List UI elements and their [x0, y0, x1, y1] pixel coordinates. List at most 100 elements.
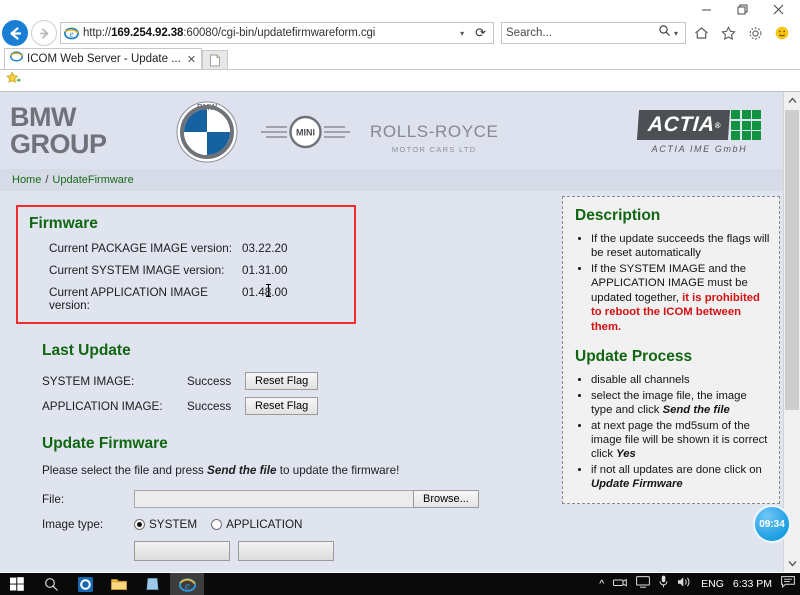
mini-logo: MINI	[259, 114, 352, 155]
firmware-label: Current SYSTEM IMAGE version:	[49, 264, 225, 277]
image-type-row: Image type: SYSTEM APPLICATION	[42, 518, 548, 531]
file-path-input[interactable]	[134, 490, 414, 508]
bmw-group-line1: BMW	[10, 101, 76, 132]
favorites-star-icon[interactable]	[716, 20, 740, 46]
breadcrumb-separator: /	[45, 174, 49, 186]
image-type-label: Image type:	[42, 518, 104, 531]
scroll-down-arrow-icon[interactable]	[784, 555, 800, 572]
feedback-smiley-icon[interactable]	[770, 20, 794, 46]
send-the-file-button[interactable]	[134, 541, 230, 561]
firmware-row: Current PACKAGE IMAGE version: 03.22.20	[49, 242, 354, 255]
restore-button[interactable]	[724, 0, 760, 18]
store-icon[interactable]	[136, 573, 170, 595]
breadcrumb-home-link[interactable]: Home	[12, 174, 41, 186]
web-page: BMW GROUP BMW MINI ROLLS-ROYCE MOTOR CAR…	[0, 92, 783, 572]
bmw-group-wordmark: BMW GROUP	[10, 101, 107, 159]
breadcrumb-current-link[interactable]: UpdateFirmware	[52, 174, 133, 186]
search-box[interactable]: Search... ▾	[501, 22, 686, 44]
navigation-toolbar: e http://169.254.92.38:60080/cgi-bin/upd…	[0, 18, 800, 48]
tab-close-icon[interactable]: ✕	[185, 53, 196, 66]
reset-flag-application-button[interactable]: Reset Flag	[245, 397, 319, 415]
windows-start-icon[interactable]	[0, 573, 34, 595]
internet-explorer-icon[interactable]: e	[170, 573, 204, 595]
info-panel: Description If the update succeeds the f…	[562, 196, 780, 504]
reset-flag-system-button[interactable]: Reset Flag	[245, 372, 319, 390]
file-explorer-icon[interactable]	[102, 573, 136, 595]
back-button[interactable]	[2, 20, 28, 46]
actia-registered-mark: ®	[714, 120, 722, 130]
firmware-heading: Firmware	[29, 215, 98, 232]
radio-application[interactable]	[211, 519, 223, 530]
send-the-file-emphasis: Send the file	[207, 464, 277, 477]
last-update-status: Success	[187, 399, 232, 413]
home-icon[interactable]	[689, 20, 713, 46]
internet-explorer-window: e http://169.254.92.38:60080/cgi-bin/upd…	[0, 0, 800, 573]
radio-system[interactable]	[134, 519, 145, 530]
svg-text:MINI: MINI	[296, 128, 315, 138]
search-icon[interactable]	[658, 24, 671, 42]
radio-application-label[interactable]: APPLICATION	[226, 518, 302, 531]
minimize-button[interactable]	[688, 0, 724, 18]
bmw-roundel-logo: BMW	[176, 101, 238, 168]
display-icon[interactable]	[636, 575, 651, 593]
firmware-row: Current SYSTEM IMAGE version: 01.31.00	[49, 264, 354, 277]
description-list: If the update succeeds the flags will be…	[591, 232, 771, 334]
microphone-icon[interactable]	[659, 575, 668, 593]
search-dropdown-icon[interactable]: ▾	[671, 29, 681, 38]
last-update-row: SYSTEM IMAGE: Success Reset Flag	[42, 372, 548, 390]
favorites-bar	[0, 70, 800, 92]
breadcrumb: Home / UpdateFirmware	[0, 169, 783, 191]
reload-icon[interactable]: ⟳	[471, 25, 490, 41]
cortana-icon[interactable]	[68, 573, 102, 595]
page-viewport: BMW GROUP BMW MINI ROLLS-ROYCE MOTOR CAR…	[0, 92, 800, 572]
windows-taskbar: e ^ ENG 6:33 PM	[0, 573, 800, 595]
actia-company-name: ACTIA IME GmbH	[651, 144, 748, 154]
firmware-value: 03.22.20	[242, 242, 288, 255]
update-process-item: at next page the md5sum of the image fil…	[591, 419, 771, 462]
taskbar-items: e	[0, 573, 204, 595]
radio-system-label[interactable]: SYSTEM	[149, 518, 197, 531]
update-firmware-section: Update Firmware Please select the file a…	[42, 435, 548, 561]
scrollbar-thumb[interactable]	[785, 110, 799, 410]
svg-text:BMW: BMW	[197, 103, 217, 112]
add-to-favorites-icon[interactable]	[6, 71, 21, 90]
scroll-up-arrow-icon[interactable]	[784, 92, 800, 109]
new-tab-button[interactable]	[202, 50, 229, 69]
form-button-row	[134, 541, 548, 561]
update-process-list: disable all channels select the image fi…	[591, 373, 771, 492]
firmware-value: 01.31.00	[242, 264, 288, 277]
close-button[interactable]	[760, 0, 796, 18]
bmw-group-line2: GROUP	[10, 128, 107, 159]
firmware-label: Current APPLICATION IMAGE version:	[49, 286, 208, 312]
tray-expand-chevron-icon[interactable]: ^	[599, 578, 604, 590]
left-column: Firmware Current PACKAGE IMAGE version: …	[0, 191, 548, 561]
forward-button[interactable]	[31, 20, 57, 46]
action-center-icon[interactable]	[781, 575, 795, 593]
language-indicator[interactable]: ENG	[701, 578, 724, 590]
browser-tab[interactable]: ICOM Web Server - Update ... ✕	[4, 48, 203, 69]
update-process-item: if not all updates are done click on Upd…	[591, 463, 771, 492]
settings-gear-icon[interactable]	[743, 20, 767, 46]
update-process-item: select the image file, the image type an…	[591, 389, 771, 418]
taskbar-clock[interactable]: 6:33 PM	[733, 578, 772, 590]
vertical-scrollbar[interactable]	[783, 92, 800, 572]
firmware-section: Firmware Current PACKAGE IMAGE version: …	[16, 205, 356, 324]
address-dropdown-icon[interactable]: ▾	[457, 29, 467, 38]
text-cursor-icon	[266, 284, 271, 297]
svg-text:e: e	[70, 29, 74, 39]
taskbar-tray: ^ ENG 6:33 PM	[599, 575, 800, 593]
network-icon[interactable]	[613, 575, 627, 593]
last-update-row: APPLICATION IMAGE: Success Reset Flag	[42, 397, 548, 415]
address-text: http://169.254.92.38:60080/cgi-bin/updat…	[83, 27, 376, 39]
tab-strip: ICOM Web Server - Update ... ✕	[0, 48, 800, 70]
window-titlebar	[0, 0, 800, 18]
volume-icon[interactable]	[677, 575, 692, 593]
address-bar[interactable]: e http://169.254.92.38:60080/cgi-bin/upd…	[60, 22, 494, 44]
rolls-royce-wordmark: ROLLS-ROYCE	[370, 122, 499, 141]
browse-button[interactable]: Browse...	[413, 490, 479, 508]
reset-form-button[interactable]	[238, 541, 334, 561]
page-body: Firmware Current PACKAGE IMAGE version: …	[0, 191, 783, 572]
search-icon[interactable]	[34, 573, 68, 595]
actia-logo: ACTIA ® ACTIA IME GmbH	[636, 110, 761, 154]
screen-recorder-timer-badge[interactable]: 09:34	[753, 505, 791, 543]
